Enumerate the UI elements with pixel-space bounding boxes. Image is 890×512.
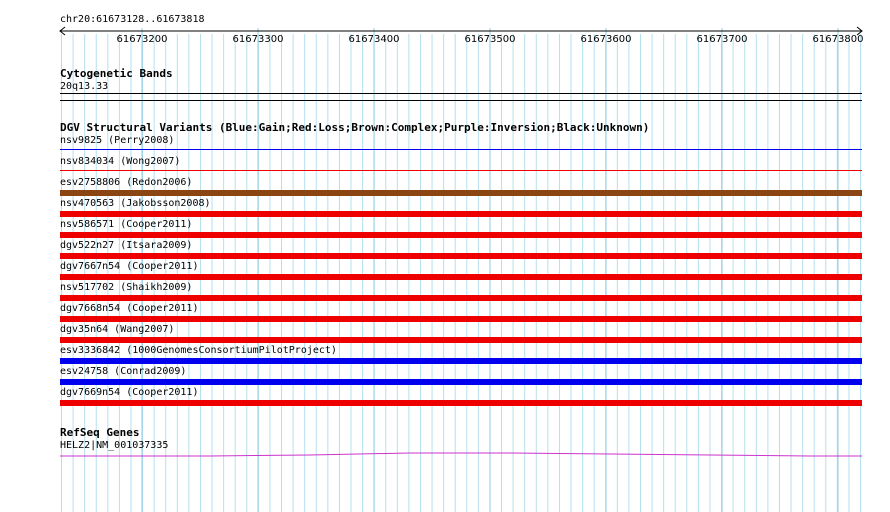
dgv-variant-bar[interactable] <box>60 274 862 280</box>
dgv-variant-bar[interactable] <box>60 232 862 238</box>
ruler-tick-label: 61673800 <box>812 34 864 45</box>
dgv-variant-label[interactable]: nsv9825 (Perry2008) <box>60 135 174 147</box>
cytoband-line-bottom <box>60 100 862 101</box>
dgv-variant-label[interactable]: dgv7668n54 (Cooper2011) <box>60 303 198 315</box>
cytoband-track-title: Cytogenetic Bands <box>60 67 173 80</box>
dgv-variant-bar[interactable] <box>60 400 862 406</box>
ruler-tick-label: 61673400 <box>348 34 400 45</box>
dgv-variant-label[interactable]: nsv517702 (Shaikh2009) <box>60 282 192 294</box>
cytoband-line-top <box>60 93 862 94</box>
cytoband-label[interactable]: 20q13.33 <box>60 81 108 93</box>
ruler-tick-label: 61673200 <box>116 34 168 45</box>
refseq-gene-model[interactable] <box>60 450 862 458</box>
dgv-variant-bar[interactable] <box>60 337 862 343</box>
dgv-variant-label[interactable]: dgv7669n54 (Cooper2011) <box>60 387 198 399</box>
dgv-variant-bar[interactable] <box>60 253 862 259</box>
ruler-tick-label: 61673600 <box>580 34 632 45</box>
ruler-range-label: chr20:61673128..61673818 <box>60 14 205 25</box>
dgv-variant-label[interactable]: nsv834034 (Wong2007) <box>60 156 180 168</box>
ruler-tick-label: 61673300 <box>232 34 284 45</box>
dgv-variant-label[interactable]: nsv470563 (Jakobsson2008) <box>60 198 211 210</box>
dgv-variant-label[interactable]: esv24758 (Conrad2009) <box>60 366 186 378</box>
ruler-tick-label: 61673500 <box>464 34 516 45</box>
dgv-variant-bar[interactable] <box>60 379 862 385</box>
dgv-variant-label[interactable]: dgv522n27 (Itsara2009) <box>60 240 192 252</box>
dgv-variant-label[interactable]: dgv7667n54 (Cooper2011) <box>60 261 198 273</box>
ruler-tick-label: 61673700 <box>696 34 748 45</box>
dgv-track-title: DGV Structural Variants (Blue:Gain;Red:L… <box>60 121 650 134</box>
dgv-variant-bar[interactable] <box>60 170 862 171</box>
dgv-variant-label[interactable]: esv2758806 (Redon2006) <box>60 177 192 189</box>
dgv-variant-bar[interactable] <box>60 190 862 196</box>
dgv-variant-label[interactable]: dgv35n64 (Wang2007) <box>60 324 174 336</box>
dgv-variant-bar[interactable] <box>60 358 862 364</box>
refseq-track-title: RefSeq Genes <box>60 426 140 439</box>
dgv-variant-bar[interactable] <box>60 316 862 322</box>
dgv-variant-bar[interactable] <box>60 211 862 217</box>
dgv-variant-label[interactable]: esv3336842 (1000GenomesConsortiumPilotPr… <box>60 345 337 357</box>
dgv-variant-bar[interactable] <box>60 149 862 150</box>
dgv-variant-bar[interactable] <box>60 295 862 301</box>
dgv-variant-label[interactable]: nsv586571 (Cooper2011) <box>60 219 192 231</box>
